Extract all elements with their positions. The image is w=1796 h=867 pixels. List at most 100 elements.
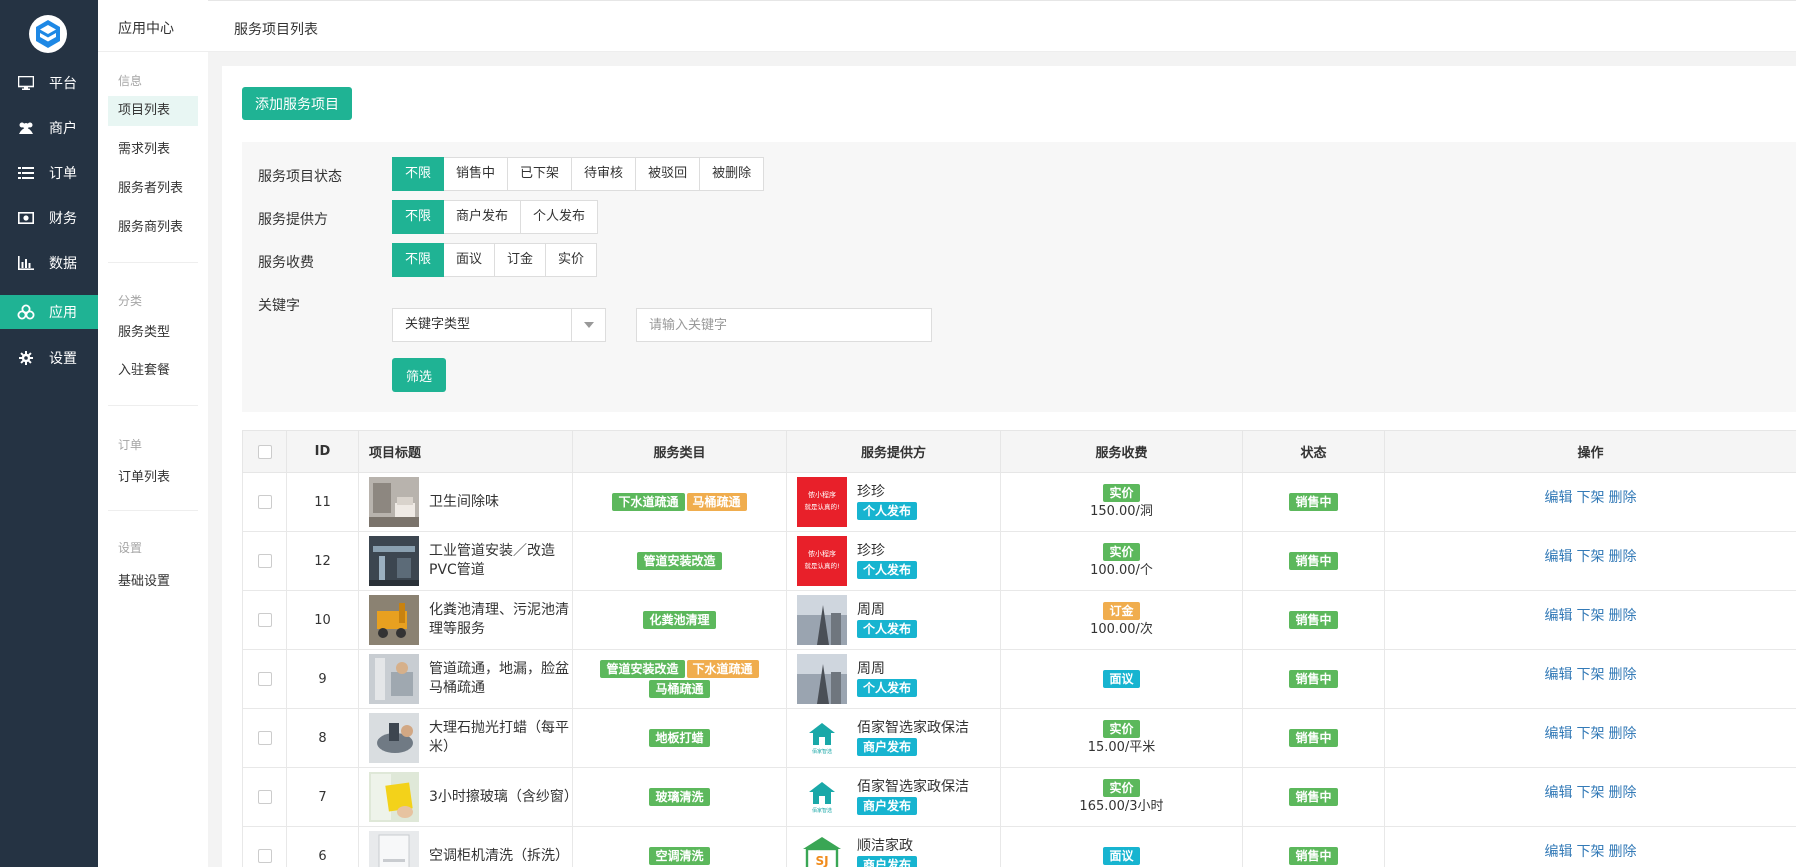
delete-link[interactable]: 删除	[1609, 667, 1637, 683]
chevron-down-icon	[571, 309, 605, 341]
row-title-cell: 工业管道安装／改造PVC管道	[358, 531, 573, 591]
sub-nav-item[interactable]: 需求列表	[108, 135, 198, 165]
edit-link[interactable]: 编辑	[1545, 549, 1573, 565]
select-all-checkbox[interactable]	[257, 444, 272, 459]
sub-nav-item[interactable]: 服务类型	[108, 318, 198, 348]
offline-link[interactable]: 下架	[1577, 785, 1605, 801]
sub-nav-item[interactable]: 基础设置	[108, 567, 198, 597]
sub-nav-item[interactable]: 服务者列表	[108, 174, 198, 204]
filter-provider-option[interactable]: 个人发布	[521, 200, 599, 234]
filter-status-option[interactable]: 销售中	[444, 157, 509, 191]
delete-link[interactable]: 删除	[1609, 785, 1637, 801]
offline-link[interactable]: 下架	[1577, 490, 1605, 506]
filter-status-option[interactable]: 被删除	[700, 157, 765, 191]
delete-link[interactable]: 删除	[1609, 726, 1637, 742]
fee-type-tag: 面议	[1103, 670, 1140, 688]
nav-item-label: 订单	[49, 166, 77, 182]
sub-nav-item[interactable]: 项目列表	[108, 96, 198, 126]
offline-link[interactable]: 下架	[1577, 667, 1605, 683]
row-checkbox[interactable]	[257, 672, 272, 686]
edit-link[interactable]: 编辑	[1545, 726, 1573, 742]
edit-link[interactable]: 编辑	[1545, 608, 1573, 624]
provider-avatar: 佰家智选	[797, 772, 847, 822]
filter-status-option[interactable]: 已下架	[508, 157, 573, 191]
service-thumbnail[interactable]	[369, 772, 419, 822]
service-thumbnail[interactable]	[369, 831, 419, 867]
service-thumbnail[interactable]	[369, 477, 419, 527]
delete-link[interactable]: 删除	[1609, 549, 1637, 565]
nav-item-label: 数据	[49, 256, 77, 272]
nav-item-4[interactable]: 数据	[0, 246, 98, 280]
add-service-button[interactable]: 添加服务项目	[242, 87, 352, 120]
edit-link[interactable]: 编辑	[1545, 490, 1573, 506]
filter-fee-option[interactable]: 实价	[546, 243, 598, 277]
provider-type-tag: 个人发布	[857, 679, 918, 697]
fee-value: 100.00/次	[1090, 622, 1153, 637]
service-thumbnail[interactable]	[369, 654, 419, 704]
provider-type-tag: 商户发布	[857, 797, 918, 815]
keyword-type-select[interactable]: 关键字类型	[392, 308, 606, 342]
provider-avatar: 佰家智选	[797, 713, 847, 763]
filter-status-option[interactable]: 待审核	[572, 157, 637, 191]
row-title-wrap: 3小时擦玻璃（含纱窗）	[359, 772, 578, 822]
list-icon	[17, 165, 35, 181]
edit-link[interactable]: 编辑	[1545, 844, 1573, 860]
provider-text: 珍珍 个人发布	[857, 542, 918, 580]
service-thumbnail[interactable]	[369, 536, 419, 586]
service-title[interactable]: 大理石抛光打蜡（每平米）	[429, 719, 572, 757]
filter-status-option[interactable]: 不限	[392, 157, 445, 191]
nav-item-1[interactable]: 商户	[0, 111, 98, 145]
service-title[interactable]: 工业管道安装／改造PVC管道	[429, 542, 572, 580]
service-thumbnail[interactable]	[369, 713, 419, 763]
col-id: ID	[286, 430, 359, 473]
nav-item-2[interactable]: 订单	[0, 156, 98, 190]
filter-fee-option[interactable]: 面议	[444, 243, 496, 277]
row-checkbox[interactable]	[257, 613, 272, 627]
row-checkbox[interactable]	[257, 495, 272, 509]
status-badge: 销售中	[1289, 552, 1338, 570]
offline-link[interactable]: 下架	[1577, 608, 1605, 624]
row-category-cell: 玻璃清洗	[572, 767, 787, 827]
edit-link[interactable]: 编辑	[1545, 667, 1573, 683]
filter-fee-option[interactable]: 订金	[495, 243, 547, 277]
row-checkbox[interactable]	[257, 554, 272, 568]
keyword-input[interactable]	[636, 308, 932, 342]
nav-item-label: 设置	[49, 351, 77, 367]
app-logo-icon[interactable]	[28, 14, 68, 54]
delete-link[interactable]: 删除	[1609, 844, 1637, 860]
sub-sidebar-header: 应用中心	[98, 0, 208, 52]
offline-link[interactable]: 下架	[1577, 549, 1605, 565]
row-category-cell: 下水道疏通 马桶疏通	[572, 472, 787, 532]
nav-item-3[interactable]: 财务	[0, 201, 98, 235]
delete-link[interactable]: 删除	[1609, 490, 1637, 506]
delete-link[interactable]: 删除	[1609, 608, 1637, 624]
row-checkbox[interactable]	[257, 849, 272, 863]
filter-provider-option[interactable]: 不限	[392, 200, 445, 234]
filter-status-option[interactable]: 被驳回	[636, 157, 701, 191]
service-title[interactable]: 空调柜机清洗（拆洗）	[429, 847, 569, 866]
row-checkbox[interactable]	[257, 790, 272, 804]
offline-link[interactable]: 下架	[1577, 844, 1605, 860]
filter-provider-option[interactable]: 商户发布	[444, 200, 522, 234]
service-title[interactable]: 化粪池清理、污泥池清理等服务	[429, 601, 572, 639]
service-title[interactable]: 管道疏通，地漏，脸盆马桶疏通	[429, 660, 572, 698]
sub-nav-item[interactable]: 服务商列表	[108, 213, 198, 243]
filter-submit-button[interactable]: 筛选	[392, 358, 446, 392]
provider-type-tag: 商户发布	[857, 856, 918, 867]
sub-group-label: 订单	[118, 438, 143, 452]
offline-link[interactable]: 下架	[1577, 726, 1605, 742]
edit-link[interactable]: 编辑	[1545, 785, 1573, 801]
provider-name: 珍珍	[857, 543, 885, 559]
table-row: 10 化粪池清理、污泥池清理等服务 化粪池清理 周周 个人发布 订金 100.00/次 销售中…	[242, 590, 1796, 650]
service-thumbnail[interactable]	[369, 595, 419, 645]
nav-item-0[interactable]: 平台	[0, 66, 98, 100]
service-title[interactable]: 卫生间除味	[429, 493, 499, 512]
service-title[interactable]: 3小时擦玻璃（含纱窗）	[429, 788, 578, 807]
filter-fee-option[interactable]: 不限	[392, 243, 445, 277]
sub-nav-item[interactable]: 入驻套餐	[108, 356, 198, 386]
nav-item-6[interactable]: 设置	[0, 341, 98, 375]
row-checkbox[interactable]	[257, 731, 272, 745]
row-title-wrap: 空调柜机清洗（拆洗）	[359, 831, 572, 867]
sub-nav-item[interactable]: 订单列表	[108, 463, 198, 493]
nav-item-5[interactable]: 应用	[0, 295, 98, 329]
